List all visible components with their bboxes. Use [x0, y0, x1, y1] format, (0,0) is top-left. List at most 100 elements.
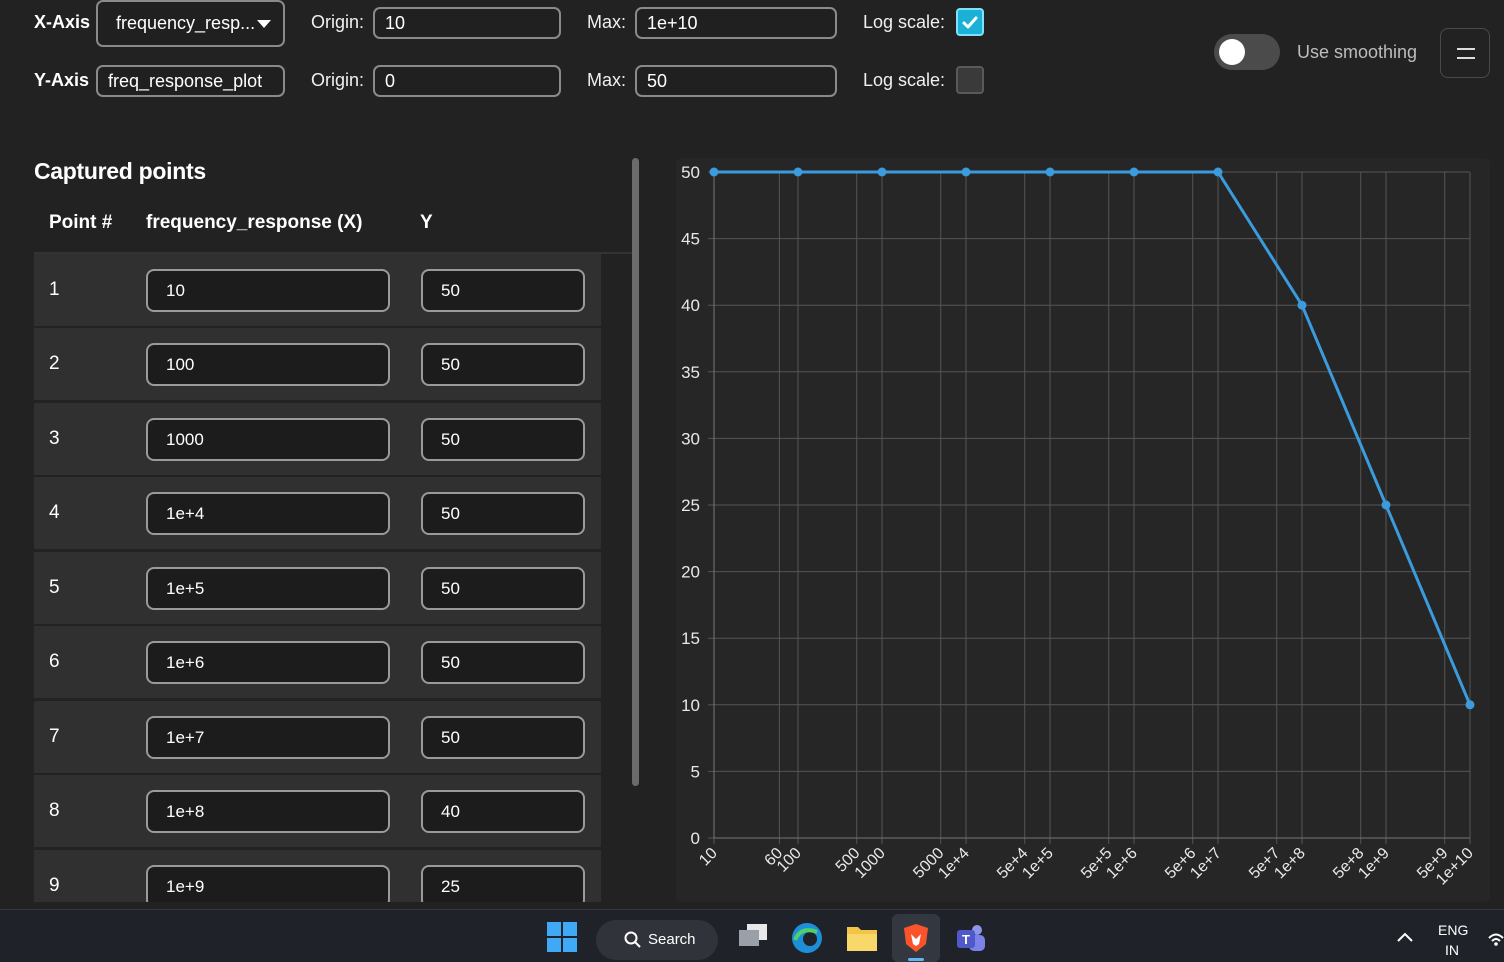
- data-point: [877, 167, 887, 177]
- table-row: 2 100 50: [34, 328, 601, 400]
- menu-icon: [1457, 48, 1475, 50]
- x-origin-input[interactable]: 10: [373, 7, 561, 39]
- x-max-label: Max:: [587, 12, 627, 32]
- row-number: 8: [49, 800, 60, 821]
- y-tick-label: 25: [681, 496, 700, 515]
- data-point: [793, 167, 803, 177]
- points-title: Captured points: [34, 158, 206, 184]
- x-origin-label: Origin:: [311, 12, 365, 32]
- col-header-x: frequency_response (X): [146, 212, 363, 233]
- y-origin-label: Origin:: [311, 70, 365, 90]
- y-tick-label: 30: [681, 429, 700, 448]
- data-point: [961, 167, 971, 177]
- data-point: [1045, 167, 1055, 177]
- frequency-response-chart[interactable]: 0510152025303540455010 60100 5001000 50001e…: [676, 158, 1490, 902]
- row-number: 6: [49, 651, 60, 672]
- y-value-input[interactable]: 50: [421, 641, 585, 684]
- row-number: 5: [49, 577, 60, 598]
- smoothing-toggle[interactable]: [1214, 34, 1280, 70]
- table-row: 9 1e+9 25: [34, 850, 601, 902]
- data-point: [1381, 500, 1391, 510]
- y-origin-input[interactable]: 0: [373, 65, 561, 97]
- file-explorer-icon[interactable]: [846, 922, 878, 952]
- taskbar-search[interactable]: Search: [596, 920, 718, 960]
- x-max-input[interactable]: 1e+10: [635, 7, 837, 39]
- table-row: 6 1e+6 50: [34, 626, 601, 698]
- y-value-input[interactable]: 25: [421, 865, 585, 902]
- y-log-label: Log scale:: [863, 70, 946, 90]
- task-view-icon[interactable]: [737, 922, 769, 950]
- data-point: [1213, 167, 1223, 177]
- menu-icon-line: [1457, 57, 1475, 59]
- y-log-checkbox[interactable]: [956, 66, 984, 94]
- y-value-input[interactable]: 50: [421, 492, 585, 535]
- x-value-input[interactable]: 1e+4: [146, 492, 390, 535]
- region-indicator[interactable]: IN: [1445, 942, 1459, 958]
- y-tick-label: 10: [681, 696, 700, 715]
- points-table: 1 10 50 2 100 50 3 1000 50 4 1e+4 50 5 1…: [34, 254, 601, 902]
- svg-text:T: T: [962, 932, 970, 947]
- x-value-input[interactable]: 10: [146, 269, 390, 312]
- y-tick-label: 40: [681, 296, 700, 315]
- y-axis-select[interactable]: freq_response_plot: [96, 65, 285, 97]
- language-indicator[interactable]: ENG: [1438, 922, 1468, 938]
- table-row: 8 1e+8 40: [34, 775, 601, 847]
- wifi-icon[interactable]: [1488, 930, 1504, 948]
- x-tick-label: 1000: [852, 845, 889, 882]
- y-tick-label: 45: [681, 230, 700, 249]
- teams-icon[interactable]: T: [955, 922, 987, 954]
- table-row: 5 1e+5 50: [34, 552, 601, 624]
- row-number: 7: [49, 726, 60, 747]
- y-value-input[interactable]: 50: [421, 418, 585, 461]
- row-number: 3: [49, 428, 60, 449]
- y-value-input[interactable]: 40: [421, 790, 585, 833]
- x-axis-label: X-Axis: [34, 12, 91, 32]
- smoothing-label: Use smoothing: [1297, 42, 1418, 62]
- row-number: 4: [49, 502, 60, 523]
- y-axis-label: Y-Axis: [34, 70, 90, 90]
- checkmark-icon: [962, 16, 978, 29]
- y-max-label: Max:: [587, 70, 627, 90]
- x-tick-label: 10: [696, 845, 721, 870]
- x-value-input[interactable]: 1e+7: [146, 716, 390, 759]
- y-value-input[interactable]: 50: [421, 716, 585, 759]
- x-value-input[interactable]: 1000: [146, 418, 390, 461]
- x-value-input[interactable]: 1e+6: [146, 641, 390, 684]
- table-row: 3 1000 50: [34, 403, 601, 475]
- x-log-label: Log scale:: [863, 12, 946, 32]
- row-number: 9: [49, 875, 60, 896]
- y-max-input[interactable]: 50: [635, 65, 837, 97]
- chevron-up-icon[interactable]: [1397, 932, 1413, 942]
- brave-app-active[interactable]: [892, 914, 940, 962]
- row-number: 1: [49, 279, 60, 300]
- taskbar: Search T ENG IN: [0, 909, 1504, 962]
- brave-browser-icon: [904, 924, 928, 952]
- edge-browser-icon[interactable]: [791, 922, 823, 954]
- x-value-input[interactable]: 1e+5: [146, 567, 390, 610]
- search-icon: [624, 931, 641, 948]
- data-point: [1129, 167, 1139, 177]
- x-value-input[interactable]: 1e+9: [146, 865, 390, 902]
- table-row: 7 1e+7 50: [34, 701, 601, 773]
- x-axis-select[interactable]: frequency_resp...: [96, 0, 285, 47]
- col-header-y: Y: [420, 212, 433, 233]
- search-label: Search: [648, 931, 696, 948]
- x-axis-select-value: frequency_resp...: [116, 13, 256, 33]
- data-point: [709, 167, 719, 177]
- x-log-checkbox[interactable]: [956, 8, 984, 36]
- x-value-input[interactable]: 1e+8: [146, 790, 390, 833]
- windows-start-icon[interactable]: [547, 922, 577, 952]
- chart-panel: 0 5 10 15 20 25 30 35 40 45 50 10 60 100 500 1000 5000 1e…: [676, 158, 1490, 902]
- y-value-input[interactable]: 50: [421, 567, 585, 610]
- data-point: [1465, 700, 1475, 710]
- y-value-input[interactable]: 50: [421, 343, 585, 386]
- y-tick-label: 50: [681, 163, 700, 182]
- y-tick-label: 35: [681, 363, 700, 382]
- table-scrollbar-thumb[interactable]: [632, 158, 639, 786]
- x-value-input[interactable]: 100: [146, 343, 390, 386]
- menu-button[interactable]: [1440, 28, 1490, 78]
- y-value-input[interactable]: 50: [421, 269, 585, 312]
- y-tick-label: 0: [691, 829, 700, 848]
- toggle-knob: [1219, 39, 1245, 65]
- row-number: 2: [49, 353, 60, 374]
